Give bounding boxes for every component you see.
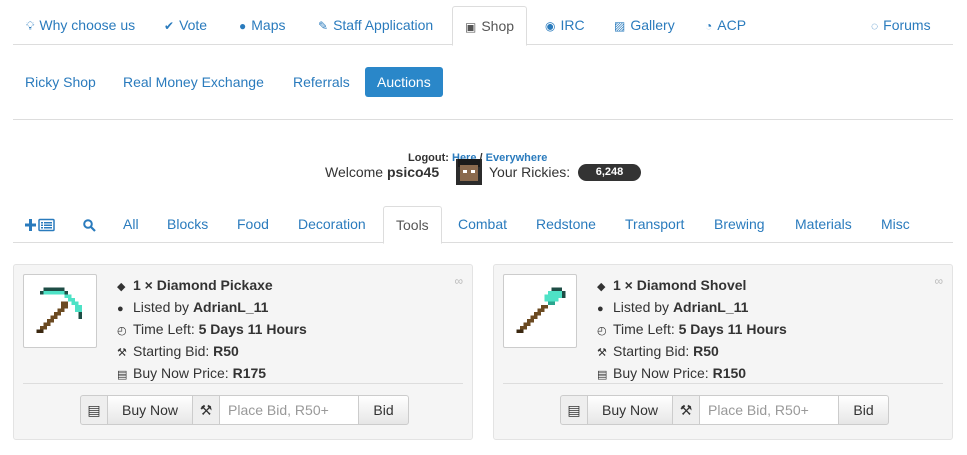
- link-icon[interactable]: ∞: [454, 274, 463, 288]
- diamond-shovel-icon: [516, 287, 566, 333]
- item-image: [503, 274, 577, 348]
- item-title: ◆ 1 × Diamond Shovel: [597, 275, 787, 297]
- buy-now-price-line: ▤ Buy Now Price: R175: [117, 363, 307, 385]
- money-icon: ▣: [465, 20, 477, 34]
- gavel-icon: ⚒: [672, 395, 700, 425]
- cart-icon: ▤: [80, 395, 108, 425]
- user-icon: ●: [597, 303, 604, 315]
- tab-materials[interactable]: Materials: [795, 206, 852, 243]
- search-icon: [83, 218, 96, 232]
- item-title: ◆ 1 × Diamond Pickaxe: [117, 275, 307, 297]
- clock-icon: ◴: [117, 325, 127, 337]
- buy-now-button[interactable]: Buy Now: [587, 395, 673, 425]
- nav-gallery[interactable]: ▨ Gallery: [614, 6, 675, 45]
- search-button[interactable]: [83, 206, 96, 243]
- nav-maps[interactable]: ● Maps: [239, 6, 285, 45]
- seller-line: ● Listed by AdrianL_11: [597, 297, 787, 319]
- diamond-pickaxe-icon: [36, 287, 82, 333]
- top-navigation: 💡︎ Why choose us ✔ Vote ● Maps ✎ Staff Appli…: [13, 6, 953, 46]
- bid-button[interactable]: Bid: [358, 395, 409, 425]
- tags-icon: ◆: [597, 281, 606, 293]
- cart-icon: ▤: [560, 395, 588, 425]
- subnav-real-money-exchange[interactable]: Real Money Exchange: [123, 67, 264, 97]
- auction-card: ∞ ◆ 1 × Diamond Shovel ● Listed by AdrianL…: [493, 264, 953, 440]
- nav-acp[interactable]: ◔ ACP: [705, 6, 746, 45]
- tab-decoration[interactable]: Decoration: [298, 206, 366, 243]
- auction-info: ◆ 1 × Diamond Pickaxe ● Listed by AdrianL_…: [117, 275, 307, 385]
- lightbulb-icon: 💡︎: [26, 19, 35, 33]
- bid-input[interactable]: [699, 395, 839, 425]
- bid-button[interactable]: Bid: [838, 395, 889, 425]
- tab-food[interactable]: Food: [237, 206, 269, 243]
- tab-all[interactable]: All: [123, 206, 139, 243]
- subnav-ricky-shop[interactable]: Ricky Shop: [25, 67, 96, 97]
- welcome-text: Welcome psico45: [325, 164, 440, 180]
- user-icon: ●: [117, 303, 124, 315]
- rickies-label: Your Rickies:: [489, 164, 571, 180]
- nav-staff-application[interactable]: ✎ Staff Application: [318, 6, 433, 45]
- divider: [23, 383, 463, 384]
- item-image: [23, 274, 97, 348]
- comments-icon: ◌: [871, 19, 879, 33]
- nav-irc[interactable]: ◉ IRC: [545, 6, 585, 45]
- divider: [13, 119, 953, 120]
- nav-why-choose-us[interactable]: 💡︎ Why choose us: [26, 6, 135, 45]
- auction-info: ◆ 1 × Diamond Shovel ● Listed by AdrianL_1…: [597, 275, 787, 385]
- starting-bid-line: ⚒ Starting Bid: R50: [117, 341, 307, 363]
- nav-forums[interactable]: ◌ Forums: [871, 6, 931, 45]
- gavel-icon: ⚒: [597, 347, 607, 359]
- tab-redstone[interactable]: Redstone: [536, 206, 596, 243]
- chat-icon: ◉: [545, 19, 556, 33]
- globe-icon: ●: [239, 19, 247, 33]
- avatar: [456, 159, 482, 185]
- plus-list-icon: [25, 219, 55, 232]
- subnav-auctions[interactable]: Auctions: [365, 67, 443, 97]
- rickies-badge: 6,248: [578, 164, 641, 181]
- time-left-line: ◴ Time Left: 5 Days 11 Hours: [597, 319, 787, 341]
- buy-now-button[interactable]: Buy Now: [107, 395, 193, 425]
- nav-vote[interactable]: ✔ Vote: [164, 6, 207, 45]
- tags-icon: ◆: [117, 281, 126, 293]
- picture-icon: ▨: [614, 19, 626, 33]
- bid-amount-field[interactable]: [708, 402, 838, 418]
- link-icon[interactable]: ∞: [934, 274, 943, 288]
- username: psico45: [386, 164, 440, 180]
- nav-shop[interactable]: ▣ Shop: [452, 6, 528, 46]
- gavel-icon: ⚒: [192, 395, 220, 425]
- auction-card: ∞ ◆ 1 × Diamond Pickaxe ● Listed by Adrian…: [13, 264, 473, 440]
- tab-brewing[interactable]: Brewing: [714, 206, 765, 243]
- category-tabs: All Blocks Food Decoration Tools Combat …: [13, 206, 953, 244]
- add-listing-button[interactable]: [25, 206, 55, 243]
- gavel-icon: ⚒: [117, 347, 127, 359]
- buy-now-price-line: ▤ Buy Now Price: R150: [597, 363, 787, 385]
- tab-combat[interactable]: Combat: [458, 206, 507, 243]
- cart-icon: ▤: [597, 369, 608, 381]
- tab-tools[interactable]: Tools: [383, 206, 442, 244]
- shop-subnav: Ricky Shop Real Money Exchange Referrals…: [13, 67, 713, 97]
- tab-blocks[interactable]: Blocks: [167, 206, 208, 243]
- check-icon: ✔: [164, 19, 175, 33]
- time-left-line: ◴ Time Left: 5 Days 11 Hours: [117, 319, 307, 341]
- subnav-referrals[interactable]: Referrals: [293, 67, 350, 97]
- dashboard-icon: ◔: [705, 19, 713, 33]
- tab-misc[interactable]: Misc: [881, 206, 910, 243]
- clock-icon: ◴: [597, 325, 607, 337]
- divider: [503, 383, 943, 384]
- pencil-icon: ✎: [318, 19, 329, 33]
- cart-icon: ▤: [117, 369, 128, 381]
- starting-bid-line: ⚒ Starting Bid: R50: [597, 341, 787, 363]
- seller-line: ● Listed by AdrianL_11: [117, 297, 307, 319]
- bid-amount-field[interactable]: [228, 402, 358, 418]
- bid-input[interactable]: [219, 395, 359, 425]
- tab-transport[interactable]: Transport: [625, 206, 684, 243]
